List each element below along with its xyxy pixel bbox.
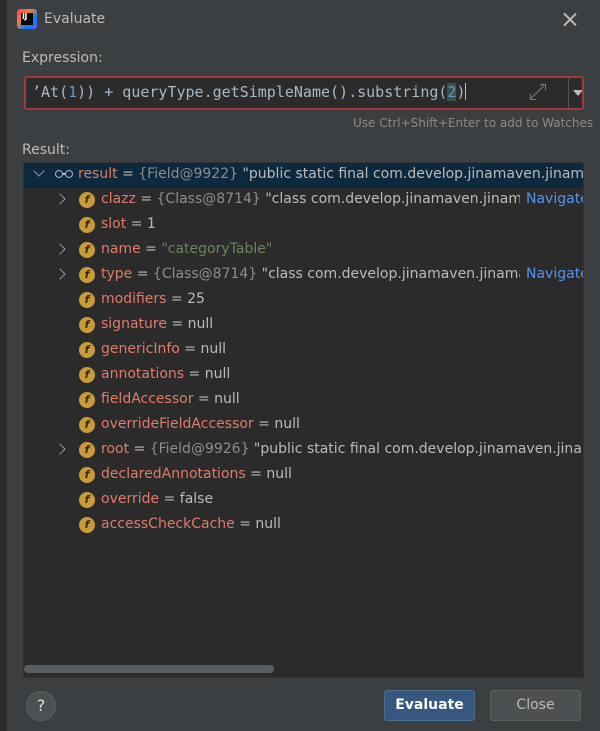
- field-icon: f: [79, 492, 95, 508]
- field-icon: f: [79, 467, 95, 483]
- field-icon: f: [79, 392, 95, 408]
- close-button[interactable]: Close: [490, 690, 581, 721]
- chevron-right-icon[interactable]: [54, 268, 66, 280]
- evaluate-dialog: IJ Evaluate Expression: ’At(1)) + queryT…: [6, 0, 600, 731]
- window-title: Evaluate: [44, 11, 106, 27]
- tree-row[interactable]: f accessCheckCache = null: [24, 513, 583, 538]
- tree-row[interactable]: f name = "categoryTable": [24, 238, 583, 263]
- tree-row[interactable]: f overrideFieldAccessor = null: [24, 413, 583, 438]
- expression-input[interactable]: ’At(1)) + queryType.getSimpleName().subs…: [24, 76, 584, 110]
- tree-row[interactable]: f override = false: [24, 488, 583, 513]
- watches-hint: Use Ctrl+Shift+Enter to add to Watches: [353, 116, 594, 130]
- tree-row[interactable]: f clazz = {Class@8714} "class com.develo…: [24, 188, 583, 213]
- close-icon[interactable]: [560, 9, 580, 31]
- field-icon: f: [79, 267, 95, 283]
- expression-label: Expression:: [22, 50, 103, 66]
- result-label: Result:: [22, 142, 70, 158]
- tree-row[interactable]: f annotations = null: [24, 363, 583, 388]
- tree-row[interactable]: f genericInfo = null: [24, 338, 583, 363]
- help-icon[interactable]: ?: [26, 691, 56, 721]
- var-name: result: [78, 166, 118, 182]
- field-icon: f: [79, 217, 95, 233]
- horizontal-scrollbar[interactable]: [24, 665, 274, 673]
- field-icon: f: [79, 242, 95, 258]
- chevron-down-icon[interactable]: [33, 165, 45, 177]
- chevron-right-icon[interactable]: [54, 193, 66, 205]
- field-icon: f: [79, 342, 95, 358]
- chevron-right-icon[interactable]: [54, 443, 66, 455]
- dropdown-arrow-icon[interactable]: [569, 78, 582, 108]
- tree-row[interactable]: f slot = 1: [24, 213, 583, 238]
- tree-row[interactable]: f root = {Field@9926} "public static fin…: [24, 438, 583, 463]
- tree-row[interactable]: f fieldAccessor = null: [24, 388, 583, 413]
- app-icon: IJ: [17, 9, 37, 29]
- expand-icon[interactable]: [530, 84, 546, 100]
- navigate-link[interactable]: Navigate: [520, 266, 583, 282]
- title-bar: IJ Evaluate: [7, 0, 600, 40]
- tree-row[interactable]: f modifiers = 25: [24, 288, 583, 313]
- field-icon: f: [79, 317, 95, 333]
- navigate-link[interactable]: Navigate: [520, 191, 583, 207]
- field-icon: f: [79, 517, 95, 533]
- tree-row[interactable]: f type = {Class@8714} "class com.develop…: [24, 263, 583, 288]
- tree-row-result[interactable]: result = {Field@9922} "public static fin…: [24, 163, 583, 188]
- field-icon: f: [79, 417, 95, 433]
- field-icon: f: [79, 442, 95, 458]
- chevron-right-icon[interactable]: [54, 243, 66, 255]
- tree-row[interactable]: f signature = null: [24, 313, 583, 338]
- result-tree[interactable]: result = {Field@9922} "public static fin…: [23, 162, 584, 678]
- var-value: "public static final com.develop.jinamav…: [242, 166, 584, 182]
- watch-glasses-icon: [55, 168, 75, 180]
- tree-row[interactable]: f declaredAnnotations = null: [24, 463, 583, 488]
- field-icon: f: [79, 292, 95, 308]
- object-ref: {Field@9922}: [138, 166, 239, 182]
- evaluate-button[interactable]: Evaluate: [384, 690, 475, 721]
- field-icon: f: [79, 367, 95, 383]
- expression-code[interactable]: ’At(1)) + queryType.getSimpleName().subs…: [32, 83, 467, 101]
- field-icon: f: [79, 192, 95, 208]
